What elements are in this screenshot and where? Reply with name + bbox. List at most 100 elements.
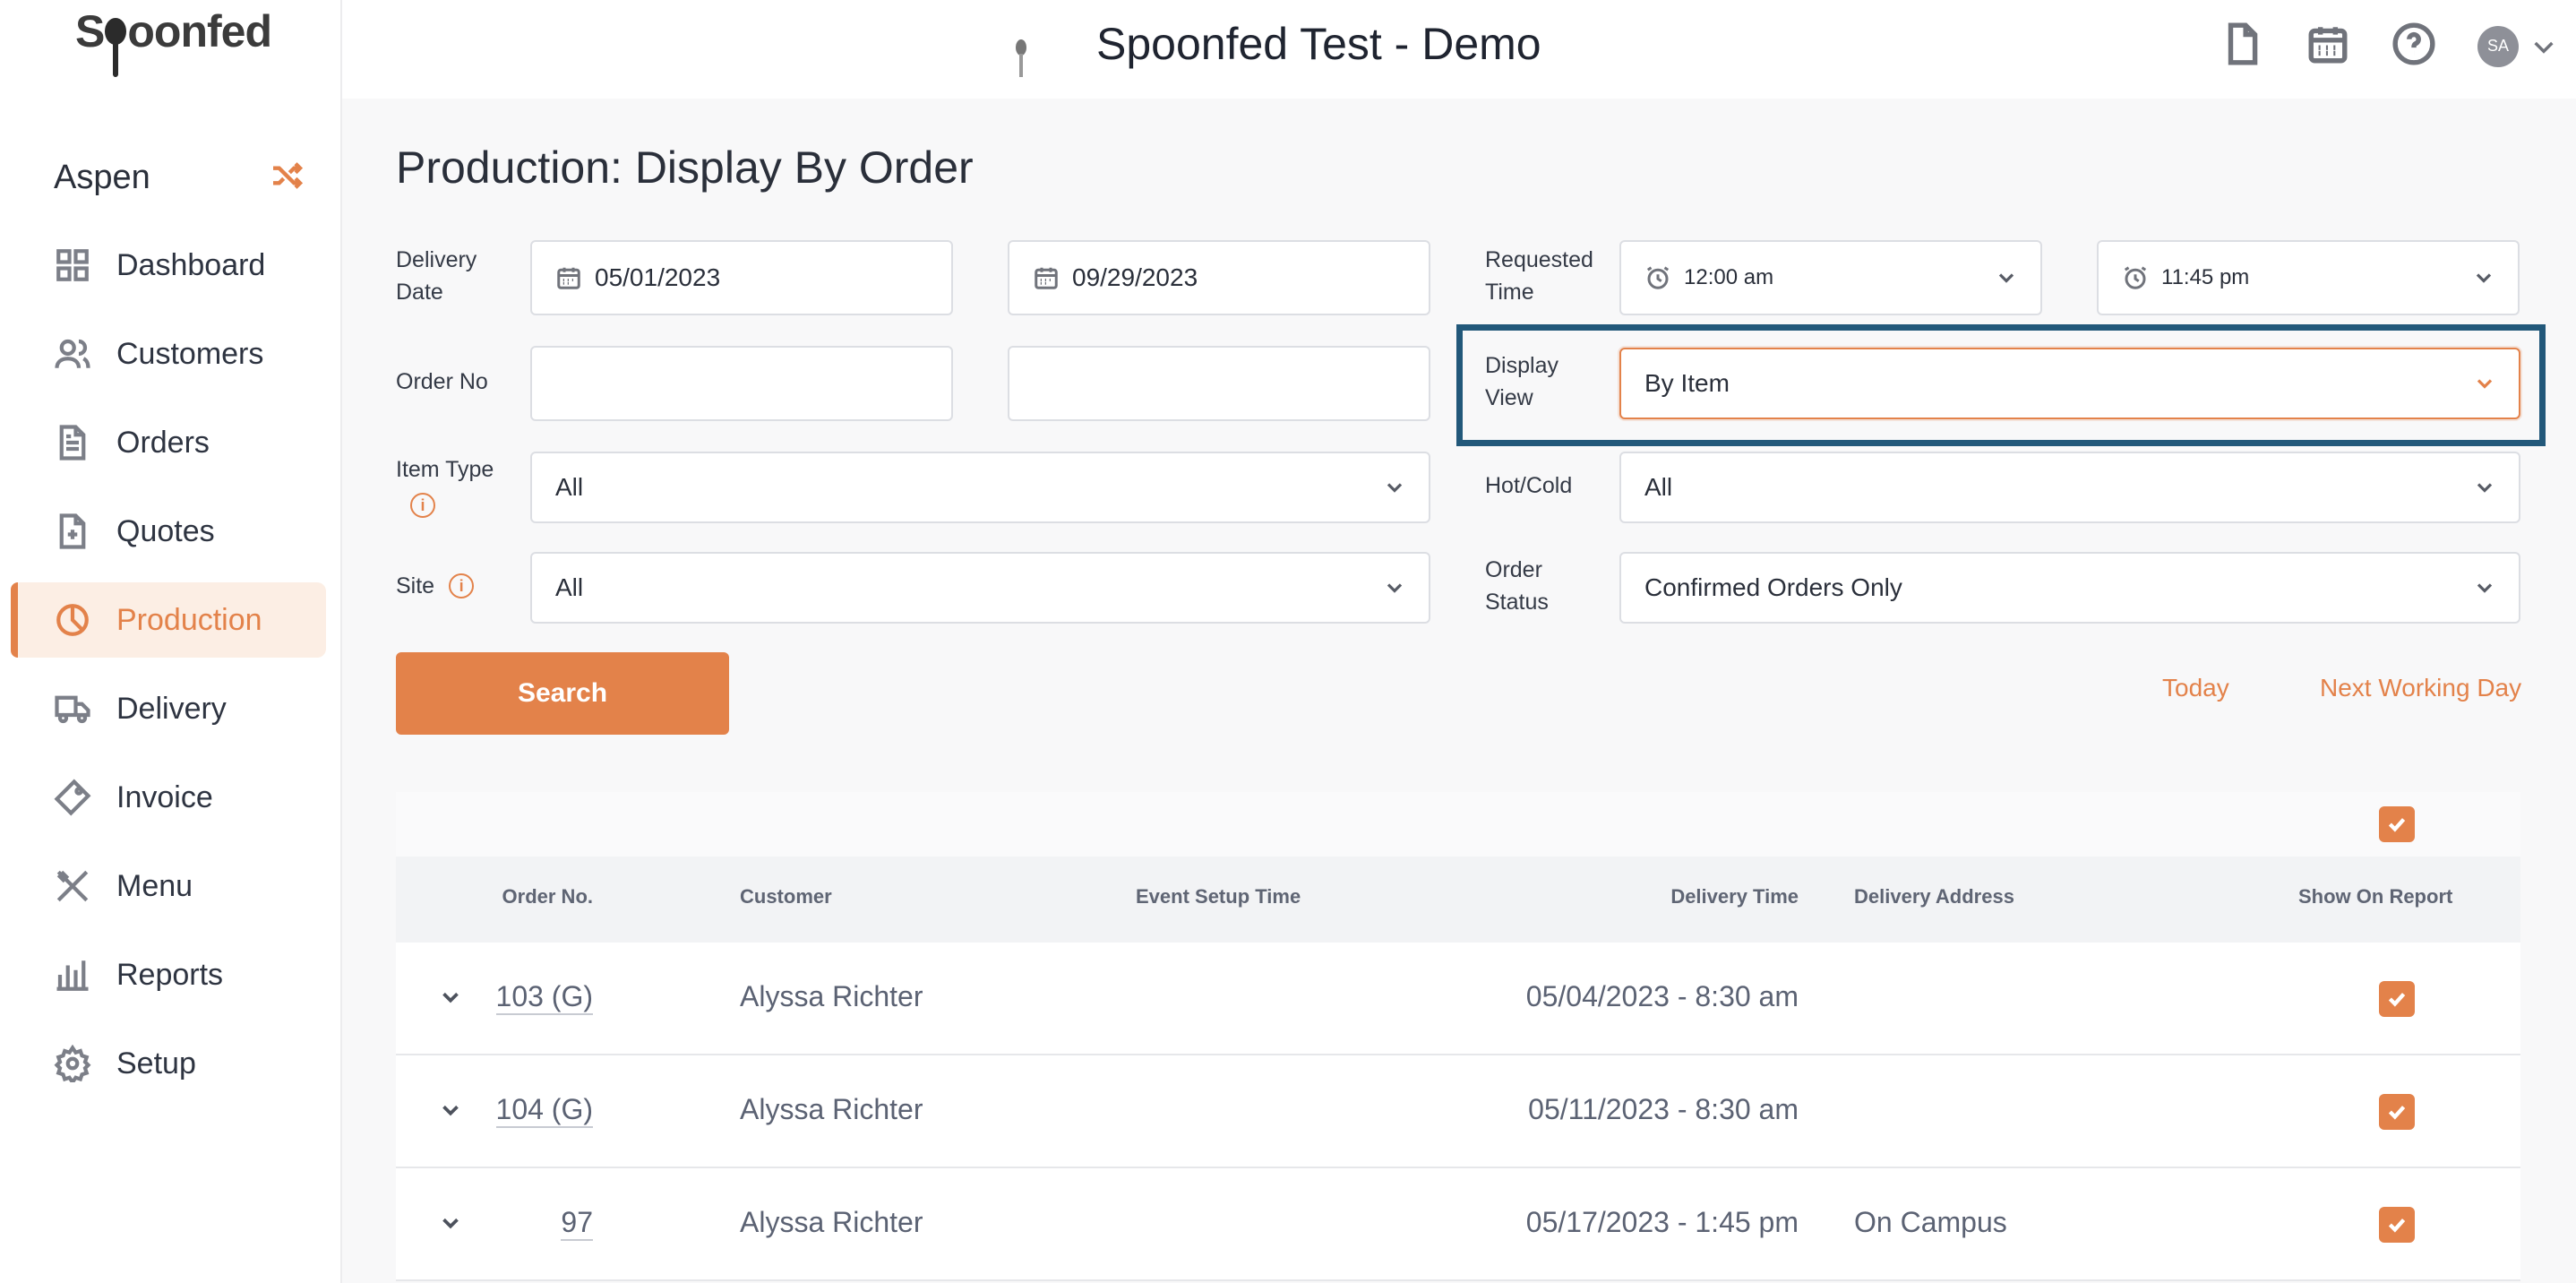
search-button[interactable]: Search	[396, 652, 729, 735]
spoonfed-logo[interactable]: Soonfed	[75, 5, 272, 77]
expand-chevron-icon[interactable]	[437, 1210, 464, 1244]
ticket-icon	[54, 779, 91, 816]
table-row[interactable]: 103 (G) Alyssa Richter 05/04/2023 - 8:30…	[396, 943, 2520, 1055]
main-content: Production: Display By Order Delivery Da…	[344, 99, 2576, 1283]
next-working-day-link[interactable]: Next Working Day	[2320, 674, 2521, 702]
today-link[interactable]: Today	[2162, 674, 2229, 702]
customer-cell: Alyssa Richter	[740, 1206, 923, 1238]
sidebar-item-label: Production	[116, 602, 262, 637]
sidebar: Aspen Dashboard Customers Orders Quotes …	[0, 99, 342, 1283]
item-type-select[interactable]: All	[530, 452, 1430, 523]
tenant-switcher: Aspen	[54, 151, 305, 204]
select-all-checkbox[interactable]	[2379, 806, 2415, 842]
col-event-setup-time[interactable]: Event Setup Time	[1136, 885, 1301, 908]
sidebar-item-invoice[interactable]: Invoice	[11, 760, 326, 835]
sidebar-item-label: Menu	[116, 868, 193, 903]
time-to-select[interactable]: 11:45 pm	[2097, 240, 2520, 315]
site-select[interactable]: All	[530, 552, 1430, 624]
order-no-to-input[interactable]	[1008, 346, 1430, 421]
date-from-input[interactable]: 05/01/2023	[530, 240, 953, 315]
display-view-select[interactable]: By Item	[1619, 348, 2520, 419]
calendar-icon	[555, 264, 595, 291]
help-icon[interactable]	[2391, 22, 2436, 71]
sidebar-item-label: Quotes	[116, 513, 215, 548]
col-order-no[interactable]: Order No.	[502, 885, 593, 908]
chevron-down-icon	[1994, 265, 2040, 290]
order-status-select[interactable]: Confirmed Orders Only	[1619, 552, 2520, 624]
sidebar-item-delivery[interactable]: Delivery	[11, 671, 326, 746]
order-no-from-input[interactable]	[530, 346, 953, 421]
grid-icon	[54, 246, 91, 284]
col-delivery-address[interactable]: Delivery Address	[1854, 885, 2014, 908]
gear-icon	[54, 1044, 91, 1086]
check-icon	[2388, 993, 2406, 1007]
delivery-address-cell: On Campus	[1854, 1206, 2007, 1238]
sidebar-item-label: Invoice	[116, 779, 213, 814]
show-on-report-checkbox[interactable]	[2379, 1094, 2415, 1130]
table-header: Order No. Customer Event Setup Time Deli…	[396, 857, 2520, 943]
order-no-link[interactable]: 97	[561, 1206, 593, 1241]
item-type-value: All	[555, 473, 584, 501]
calendar-icon[interactable]	[2306, 22, 2350, 71]
users-icon	[54, 335, 91, 373]
sidebar-item-production[interactable]: Production	[11, 582, 326, 658]
chevron-down-icon	[1382, 475, 1429, 500]
show-on-report-checkbox[interactable]	[2379, 1207, 2415, 1243]
col-delivery-time[interactable]: Delivery Time	[1670, 885, 1799, 908]
user-menu[interactable]: SA	[2477, 25, 2558, 67]
order-status-value: Confirmed Orders Only	[1644, 573, 1902, 601]
date-from-value: 05/01/2023	[595, 263, 721, 291]
time-from-select[interactable]: 12:00 am	[1619, 240, 2042, 315]
sidebar-item-dashboard[interactable]: Dashboard	[11, 228, 326, 303]
hot-cold-select[interactable]: All	[1619, 452, 2520, 523]
info-icon[interactable]: i	[449, 573, 475, 598]
chevron-down-icon	[2472, 475, 2519, 500]
alarm-clock-icon	[1644, 264, 1684, 291]
sidebar-item-label: Reports	[116, 957, 224, 992]
sidebar-item-label: Orders	[116, 425, 210, 460]
shuffle-icon[interactable]	[269, 158, 305, 198]
expand-chevron-icon[interactable]	[437, 1097, 464, 1131]
customer-cell: Alyssa Richter	[740, 980, 923, 1012]
pie-icon	[54, 601, 91, 639]
alarm-clock-icon	[2122, 264, 2161, 291]
show-on-report-checkbox[interactable]	[2379, 981, 2415, 1017]
truck-icon	[54, 690, 91, 728]
display-view-label-line2: View	[1485, 385, 1533, 410]
delivery-time-cell: 05/11/2023 - 8:30 am	[1528, 1093, 1799, 1125]
col-customer[interactable]: Customer	[740, 885, 832, 908]
sidebar-item-reports[interactable]: Reports	[11, 937, 326, 1012]
sidebar-item-setup[interactable]: Setup	[11, 1026, 326, 1101]
requested-time-label: Requested Time	[1485, 244, 1593, 308]
delivery-date-label: Delivery Date	[396, 244, 477, 308]
requested-time-label-line1: Requested	[1485, 247, 1593, 272]
order-no-link[interactable]: 103 (G)	[495, 980, 593, 1015]
sidebar-item-menu[interactable]: Menu	[11, 848, 326, 924]
delivery-date-label-line1: Delivery	[396, 247, 477, 272]
date-to-input[interactable]: 09/29/2023	[1008, 240, 1430, 315]
date-to-value: 09/29/2023	[1072, 263, 1198, 291]
sidebar-item-orders[interactable]: Orders	[11, 405, 326, 480]
order-no-link[interactable]: 104 (G)	[495, 1093, 593, 1128]
document-plus-icon	[54, 512, 91, 550]
check-icon	[2388, 1106, 2406, 1120]
customer-cell: Alyssa Richter	[740, 1093, 923, 1125]
col-show-on-report[interactable]: Show On Report	[2298, 885, 2452, 908]
site-value: All	[555, 573, 584, 601]
table-row[interactable]: 104 (G) Alyssa Richter 05/11/2023 - 8:30…	[396, 1055, 2520, 1168]
site-label-text: Site	[396, 573, 435, 598]
sidebar-item-customers[interactable]: Customers	[11, 316, 326, 392]
info-icon[interactable]: i	[410, 493, 435, 518]
check-icon	[2388, 1218, 2406, 1233]
requested-time-label-line2: Time	[1485, 280, 1534, 305]
table-row[interactable]: 97 Alyssa Richter 05/17/2023 - 1:45 pm O…	[396, 1168, 2520, 1281]
display-view-value: By Item	[1644, 369, 1730, 397]
site-label: Site i	[396, 570, 475, 602]
order-no-label: Order No	[396, 369, 488, 394]
file-icon[interactable]	[2220, 22, 2264, 71]
sidebar-item-quotes[interactable]: Quotes	[11, 494, 326, 569]
expand-chevron-icon[interactable]	[437, 984, 464, 1018]
pin-icon	[1010, 32, 1032, 81]
chevron-down-icon	[2472, 371, 2519, 396]
delivery-time-cell: 05/17/2023 - 1:45 pm	[1525, 1206, 1799, 1238]
